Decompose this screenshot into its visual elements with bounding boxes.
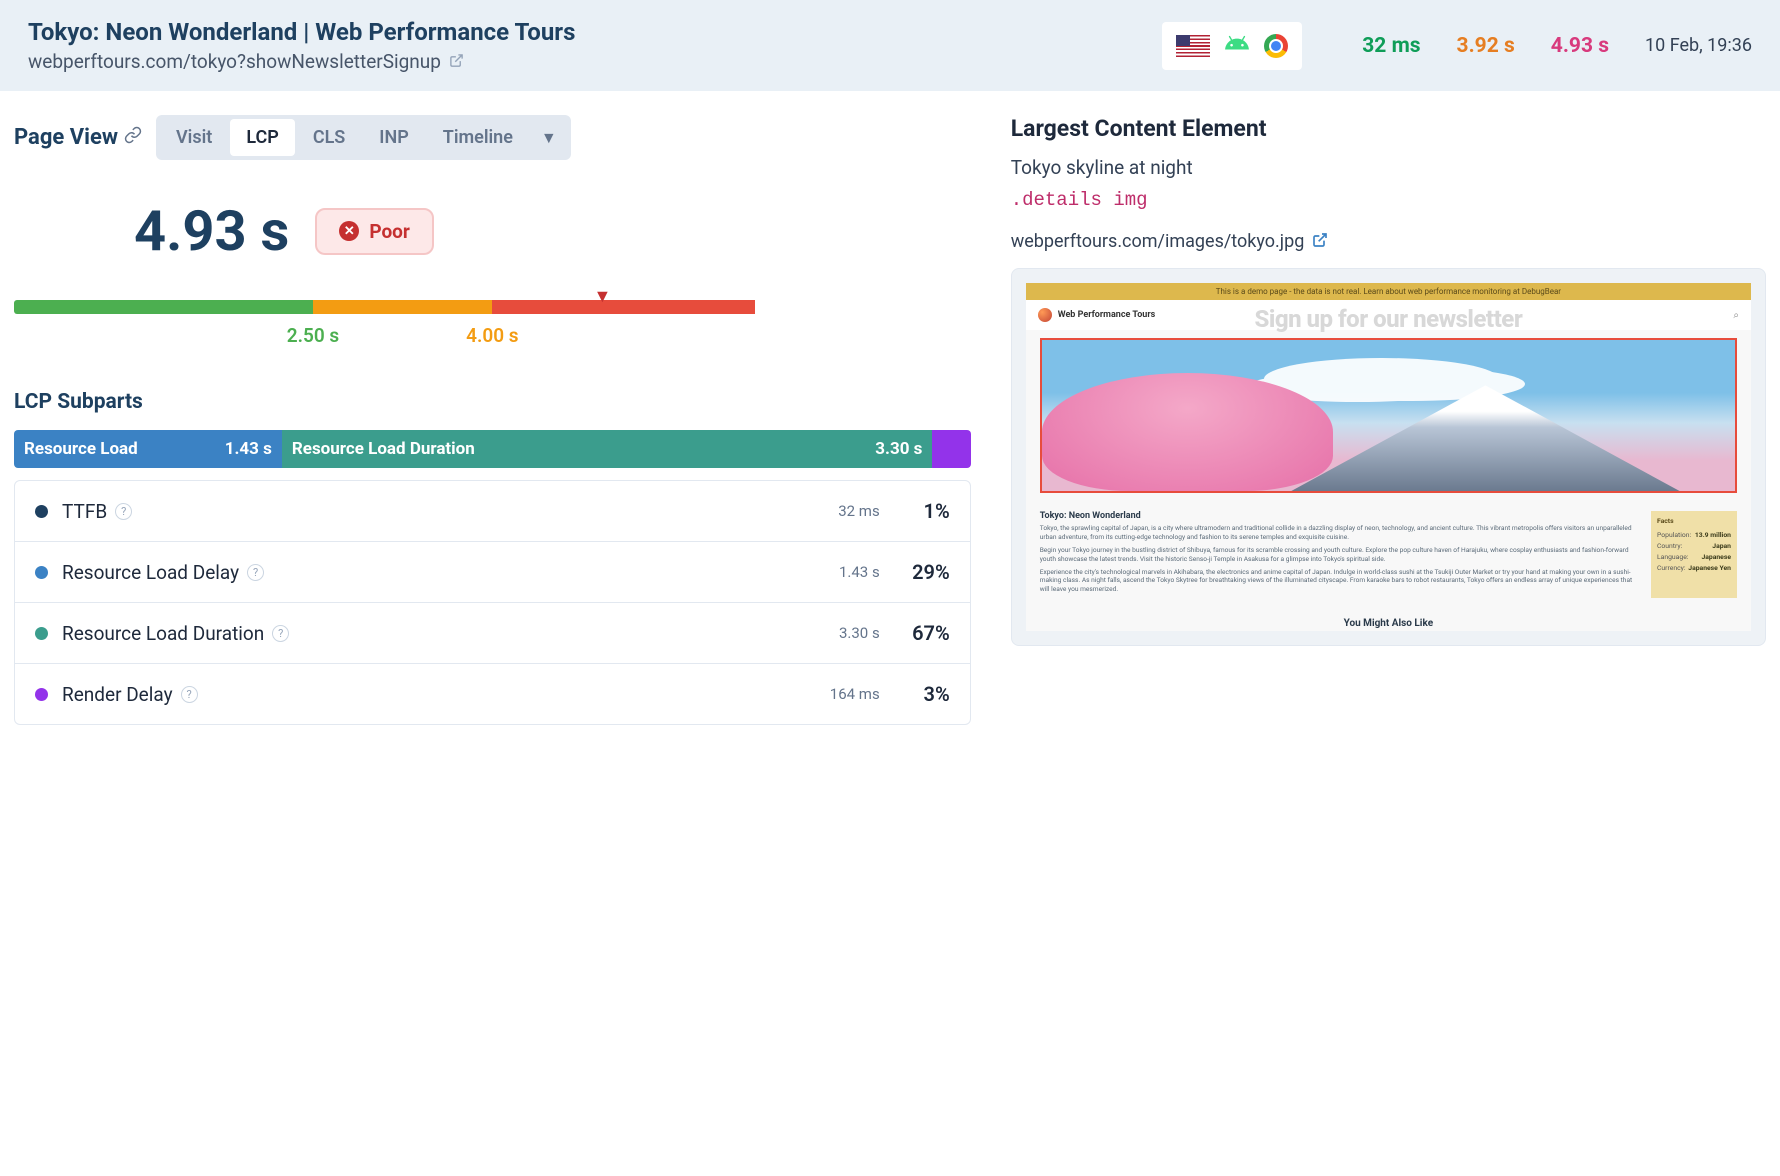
header-metrics: 32 ms 3.92 s 4.93 s 10 Feb, 19:36 xyxy=(1362,34,1752,58)
dot-icon xyxy=(35,566,48,579)
page-title: Tokyo: Neon Wonderland | Web Performance… xyxy=(28,18,1162,46)
table-row[interactable]: Resource Load Duration? 3.30 s 67% xyxy=(15,603,970,664)
lce-title: Largest Content Element xyxy=(1011,115,1766,142)
subparts-bar-render xyxy=(932,430,970,468)
threshold-bar: ▼ 2.50 s 4.00 s xyxy=(14,300,971,350)
help-icon[interactable]: ? xyxy=(272,625,289,642)
page-preview: This is a demo page - the data is not re… xyxy=(1011,268,1766,646)
lce-url[interactable]: webperftours.com/images/tokyo.jpg xyxy=(1011,231,1766,252)
preview-facts-box: Facts Population:13.9 million Country:Ja… xyxy=(1651,511,1737,598)
environment-badges xyxy=(1162,22,1302,70)
threshold-needs-improvement xyxy=(313,300,492,314)
lcp-value: 4.93 s xyxy=(134,198,289,264)
metric-lcp: 4.93 s xyxy=(1551,34,1609,58)
subparts-bar-load-duration: Resource Load Duration3.30 s xyxy=(282,430,933,468)
table-row[interactable]: Resource Load Delay? 1.43 s 29% xyxy=(15,542,970,603)
threshold-good xyxy=(14,300,313,314)
page-header: Tokyo: Neon Wonderland | Web Performance… xyxy=(0,0,1780,91)
tab-dropdown-icon[interactable]: ▼ xyxy=(531,122,567,154)
preview-article-title: Tokyo: Neon Wonderland xyxy=(1040,511,1643,521)
tab-visit[interactable]: Visit xyxy=(160,119,228,156)
error-icon: ✕ xyxy=(339,221,359,241)
status-badge: ✕ Poor xyxy=(315,208,434,255)
table-row[interactable]: Render Delay? 164 ms 3% xyxy=(15,664,970,724)
lce-selector: .details img xyxy=(1011,189,1766,211)
dot-icon xyxy=(35,627,48,640)
preview-banner: This is a demo page - the data is not re… xyxy=(1026,283,1751,300)
chrome-icon xyxy=(1264,34,1288,58)
metric-tabs: Visit LCP CLS INP Timeline ▼ xyxy=(156,115,571,160)
tab-timeline[interactable]: Timeline xyxy=(427,119,529,156)
help-icon[interactable]: ? xyxy=(181,686,198,703)
preview-lcp-element xyxy=(1040,338,1737,493)
threshold-pointer-icon: ▼ xyxy=(593,286,611,307)
lce-description: Tokyo skyline at night xyxy=(1011,156,1766,179)
subparts-bar: Resource Load1.43 s Resource Load Durati… xyxy=(14,430,971,468)
subparts-title: LCP Subparts xyxy=(14,390,971,414)
metric-fcp: 3.92 s xyxy=(1457,34,1515,58)
dot-icon xyxy=(35,688,48,701)
help-icon[interactable]: ? xyxy=(247,564,264,581)
dot-icon xyxy=(35,505,48,518)
tab-lcp[interactable]: LCP xyxy=(230,119,294,156)
table-row[interactable]: TTFB? 32 ms 1% xyxy=(15,481,970,542)
view-label: Page View xyxy=(14,125,142,150)
external-link-icon[interactable] xyxy=(449,50,464,73)
help-icon[interactable]: ? xyxy=(115,503,132,520)
us-flag-icon xyxy=(1176,35,1210,57)
preview-newsletter-text: Sign up for our newsletter xyxy=(1026,305,1751,333)
preview-footer: You Might Also Like xyxy=(1026,608,1751,631)
timestamp: 10 Feb, 19:36 xyxy=(1645,35,1752,56)
link-icon[interactable] xyxy=(124,126,142,149)
external-link-icon[interactable] xyxy=(1312,232,1328,252)
threshold-poor xyxy=(492,300,755,314)
subparts-table: TTFB? 32 ms 1% Resource Load Delay? 1.43… xyxy=(14,480,971,725)
threshold-label-ni: 4.00 s xyxy=(466,324,518,347)
subparts-bar-load-delay: Resource Load1.43 s xyxy=(14,430,282,468)
tab-inp[interactable]: INP xyxy=(363,119,424,156)
android-icon xyxy=(1224,30,1250,62)
metric-ttfb: 32 ms xyxy=(1362,34,1420,58)
threshold-label-good: 2.50 s xyxy=(287,324,339,347)
page-url[interactable]: webperftours.com/tokyo?showNewsletterSig… xyxy=(28,50,1162,73)
tab-cls[interactable]: CLS xyxy=(297,119,361,156)
